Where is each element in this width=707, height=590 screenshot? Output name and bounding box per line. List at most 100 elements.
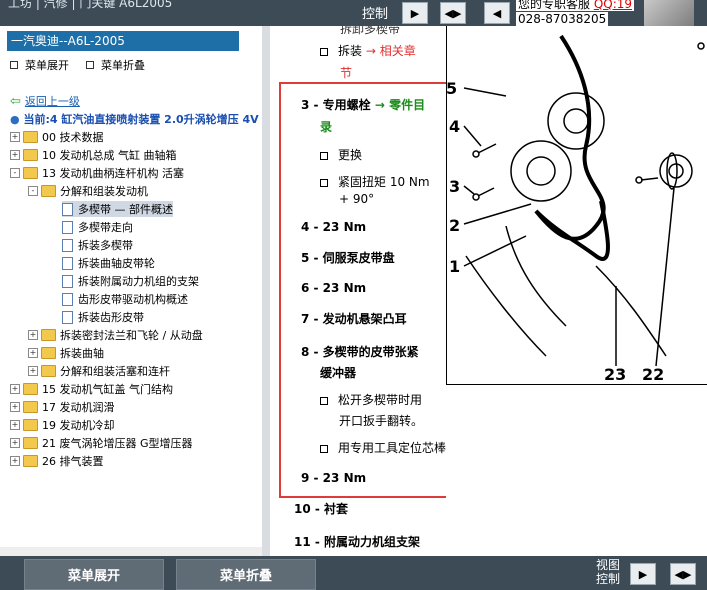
expand-toggle-icon[interactable]: + xyxy=(10,132,20,142)
folder-icon xyxy=(23,149,38,161)
square-icon xyxy=(10,61,18,69)
document-icon xyxy=(62,310,73,324)
menu-collapse-button[interactable]: 菜单折叠 xyxy=(176,559,316,590)
partial-text: 拆卸多楔带 xyxy=(340,26,401,36)
callout-1: 1 xyxy=(449,257,460,276)
tree-item[interactable]: 拆装曲轴皮带轮 xyxy=(62,255,155,271)
tree-item[interactable]: +00 技术数据 xyxy=(10,129,104,145)
callout-23: 23 xyxy=(604,365,626,384)
folder-icon xyxy=(23,455,38,467)
related-chapter-link-cont[interactable]: 节 xyxy=(340,64,352,81)
callout-22: 22 xyxy=(642,365,664,384)
expand-toggle-icon[interactable]: + xyxy=(10,456,20,466)
folder-icon xyxy=(41,347,56,359)
callout-5: 5 xyxy=(446,79,457,98)
panel-splitter[interactable] xyxy=(262,26,270,556)
document-icon xyxy=(62,202,73,216)
tree-item-selected[interactable]: 多楔带 — 部件概述 xyxy=(62,201,173,217)
qq-link[interactable]: QQ:19 xyxy=(594,0,632,11)
view-expand-button[interactable]: ◀▶ xyxy=(670,563,696,585)
tree-item[interactable]: + 拆装曲轴 xyxy=(28,345,104,361)
service-avatar xyxy=(644,0,694,26)
bullet-icon xyxy=(320,47,328,56)
service-text: 您的专职客服 QQ:19 xyxy=(516,0,635,11)
menu-collapse-link[interactable]: 菜单折叠 xyxy=(86,57,145,73)
next-arrow-button[interactable]: ▶ xyxy=(402,2,428,24)
prev-arrow-button[interactable]: ◀ xyxy=(484,2,510,24)
folder-icon xyxy=(41,365,56,377)
folder-icon xyxy=(41,329,56,341)
tree-item[interactable]: -13 发动机曲柄连杆机构 活塞 xyxy=(10,165,184,181)
view-next-button[interactable]: ▶ xyxy=(630,563,656,585)
folder-icon xyxy=(23,131,38,143)
tree-item[interactable]: 拆装附属动力机组的支架 xyxy=(62,273,199,289)
folder-icon xyxy=(23,419,38,431)
folder-icon xyxy=(23,167,38,179)
current-location: ● 当前:4 缸汽油直接喷射装置 2.0升涡轮增压 4V xyxy=(10,113,259,126)
back-link[interactable]: ⇦ 返回上一级 xyxy=(10,93,80,109)
callout-2: 2 xyxy=(449,216,460,235)
left-navigation-panel: 一汽奥迪--A6L-2005 菜单展开 菜单折叠 ⇦ 返回上一级 ● 当前:4 缸… xyxy=(0,26,262,556)
person-icon: ● xyxy=(10,113,20,126)
tree-item[interactable]: 齿形皮带驱动机构概述 xyxy=(62,291,188,307)
expand-toggle-icon[interactable]: + xyxy=(28,366,38,376)
view-control-label: 视图 控制 xyxy=(596,558,621,586)
document-icon xyxy=(62,274,73,288)
arrow-right-icon: ▶ xyxy=(638,567,648,581)
tree-item[interactable]: 拆装齿形皮带 xyxy=(62,309,144,325)
related-chapter-link[interactable]: → 相关章 xyxy=(366,44,416,58)
double-arrow-icon: ◀▶ xyxy=(444,6,462,20)
folder-icon xyxy=(23,383,38,395)
tree-item[interactable]: + 分解和组装活塞和连杆 xyxy=(28,363,170,379)
back-arrow-icon: ⇦ xyxy=(10,93,21,109)
tree-item[interactable]: +19 发动机冷却 xyxy=(10,417,115,433)
document-icon xyxy=(62,238,73,252)
expand-toggle-icon[interactable]: + xyxy=(10,420,20,430)
tree-item[interactable]: +26 排气装置 xyxy=(10,453,104,469)
expand-toggle-icon[interactable]: + xyxy=(10,438,20,448)
folder-icon xyxy=(23,401,38,413)
tree-item[interactable]: - 分解和组装发动机 xyxy=(28,183,148,199)
belt-diagram: 5 4 3 2 1 23 22 xyxy=(446,26,707,556)
expand-toggle-icon[interactable]: + xyxy=(10,402,20,412)
arrow-right-icon: ▶ xyxy=(410,6,420,20)
menu-expand-link[interactable]: 菜单展开 xyxy=(10,57,69,73)
collapse-toggle-icon[interactable]: - xyxy=(10,168,20,178)
collapse-toggle-icon[interactable]: - xyxy=(28,186,38,196)
horizontal-scrollbar[interactable] xyxy=(0,547,262,556)
folder-icon xyxy=(41,185,56,197)
control-label: 控制 xyxy=(362,7,389,22)
tree-item[interactable]: 多楔带走向 xyxy=(62,219,133,235)
bottom-toolbar: 菜单展开 菜单折叠 视图 控制 ▶ ◀▶ xyxy=(0,556,707,590)
tree-item[interactable]: 拆装多楔带 xyxy=(62,237,133,253)
document-icon xyxy=(62,220,73,234)
expand-toggle-icon[interactable]: + xyxy=(28,348,38,358)
expand-toggle-icon[interactable]: + xyxy=(10,384,20,394)
engine-belt-drawing: 5 4 3 2 1 23 22 xyxy=(446,34,705,384)
document-icon xyxy=(62,292,73,306)
double-arrow-icon: ◀▶ xyxy=(674,567,692,581)
tree-item[interactable]: + 拆装密封法兰和飞轮 / 从动盘 xyxy=(28,327,203,343)
square-icon xyxy=(86,61,94,69)
tree-item[interactable]: +15 发动机气缸盖 气门结构 xyxy=(10,381,173,397)
tree-item[interactable]: +10 发动机总成 气缸 曲轴箱 xyxy=(10,147,177,163)
expand-arrows-button[interactable]: ◀▶ xyxy=(440,2,466,24)
item-10: 10 - 衬套 xyxy=(294,502,349,516)
folder-icon xyxy=(23,437,38,449)
expand-toggle-icon[interactable]: + xyxy=(10,150,20,160)
arrow-left-icon: ◀ xyxy=(492,6,502,20)
content-bullet: 拆装 → 相关章 xyxy=(320,42,416,59)
expand-toggle-icon[interactable]: + xyxy=(28,330,38,340)
highlight-box xyxy=(279,82,450,498)
menu-expand-button[interactable]: 菜单展开 xyxy=(24,559,164,590)
vehicle-title: 一汽奥迪--A6L-2005 xyxy=(7,31,239,51)
top-toolbar: 工坊 | 汽修 | 门关键 A6L2005 控制 ▶ ◀▶ ◀ 您的专职客服 Q… xyxy=(0,0,707,26)
tree-item[interactable]: +17 发动机润滑 xyxy=(10,399,115,415)
callout-4: 4 xyxy=(449,117,460,136)
item-11: 11 - 附属动力机组支架 xyxy=(294,535,421,549)
window-title-fragment: 工坊 | 汽修 | 门关键 A6L2005 xyxy=(8,0,173,10)
tree-item[interactable]: +21 废气涡轮增压器 G型增压器 xyxy=(10,435,193,451)
phone-number: 028-87038205 xyxy=(516,12,609,26)
document-icon xyxy=(62,256,73,270)
callout-3: 3 xyxy=(449,177,460,196)
